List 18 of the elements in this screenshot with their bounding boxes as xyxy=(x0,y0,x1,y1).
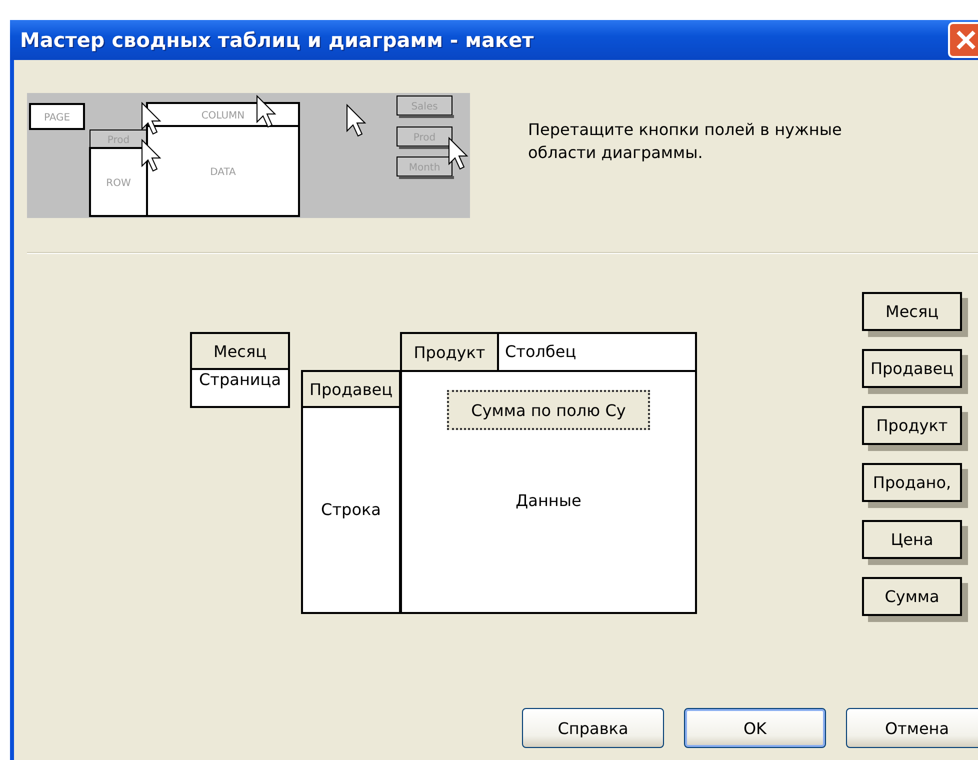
area-label: Строка xyxy=(321,500,381,520)
field-button[interactable]: Продукт xyxy=(402,334,499,370)
close-icon[interactable] xyxy=(948,22,978,58)
area-label: Данные xyxy=(516,491,582,511)
row-area[interactable]: Продавец Строка xyxy=(301,370,401,614)
field-button[interactable]: Продавец xyxy=(303,372,399,408)
page-area[interactable]: Месяц Страница xyxy=(190,332,290,408)
data-area[interactable]: Сумма по полю Су Данные xyxy=(400,370,697,614)
field-button[interactable]: Сумма по полю Су xyxy=(447,390,650,430)
area-label: Страница xyxy=(198,370,281,390)
field-button[interactable]: Месяц xyxy=(192,334,288,370)
dialog-button[interactable]: Справка xyxy=(522,708,664,748)
window-title: Мастер сводных таблиц и диаграмм - макет xyxy=(20,28,534,52)
instruction-text: Перетащите кнопки полей в нужные области диаграммы. xyxy=(528,119,843,164)
dialog-button[interactable]: OK xyxy=(684,708,826,748)
area-label: Столбец xyxy=(505,342,576,362)
dialog-button[interactable]: Отмена xyxy=(846,708,978,748)
column-area[interactable]: Продукт Столбец xyxy=(400,332,697,372)
